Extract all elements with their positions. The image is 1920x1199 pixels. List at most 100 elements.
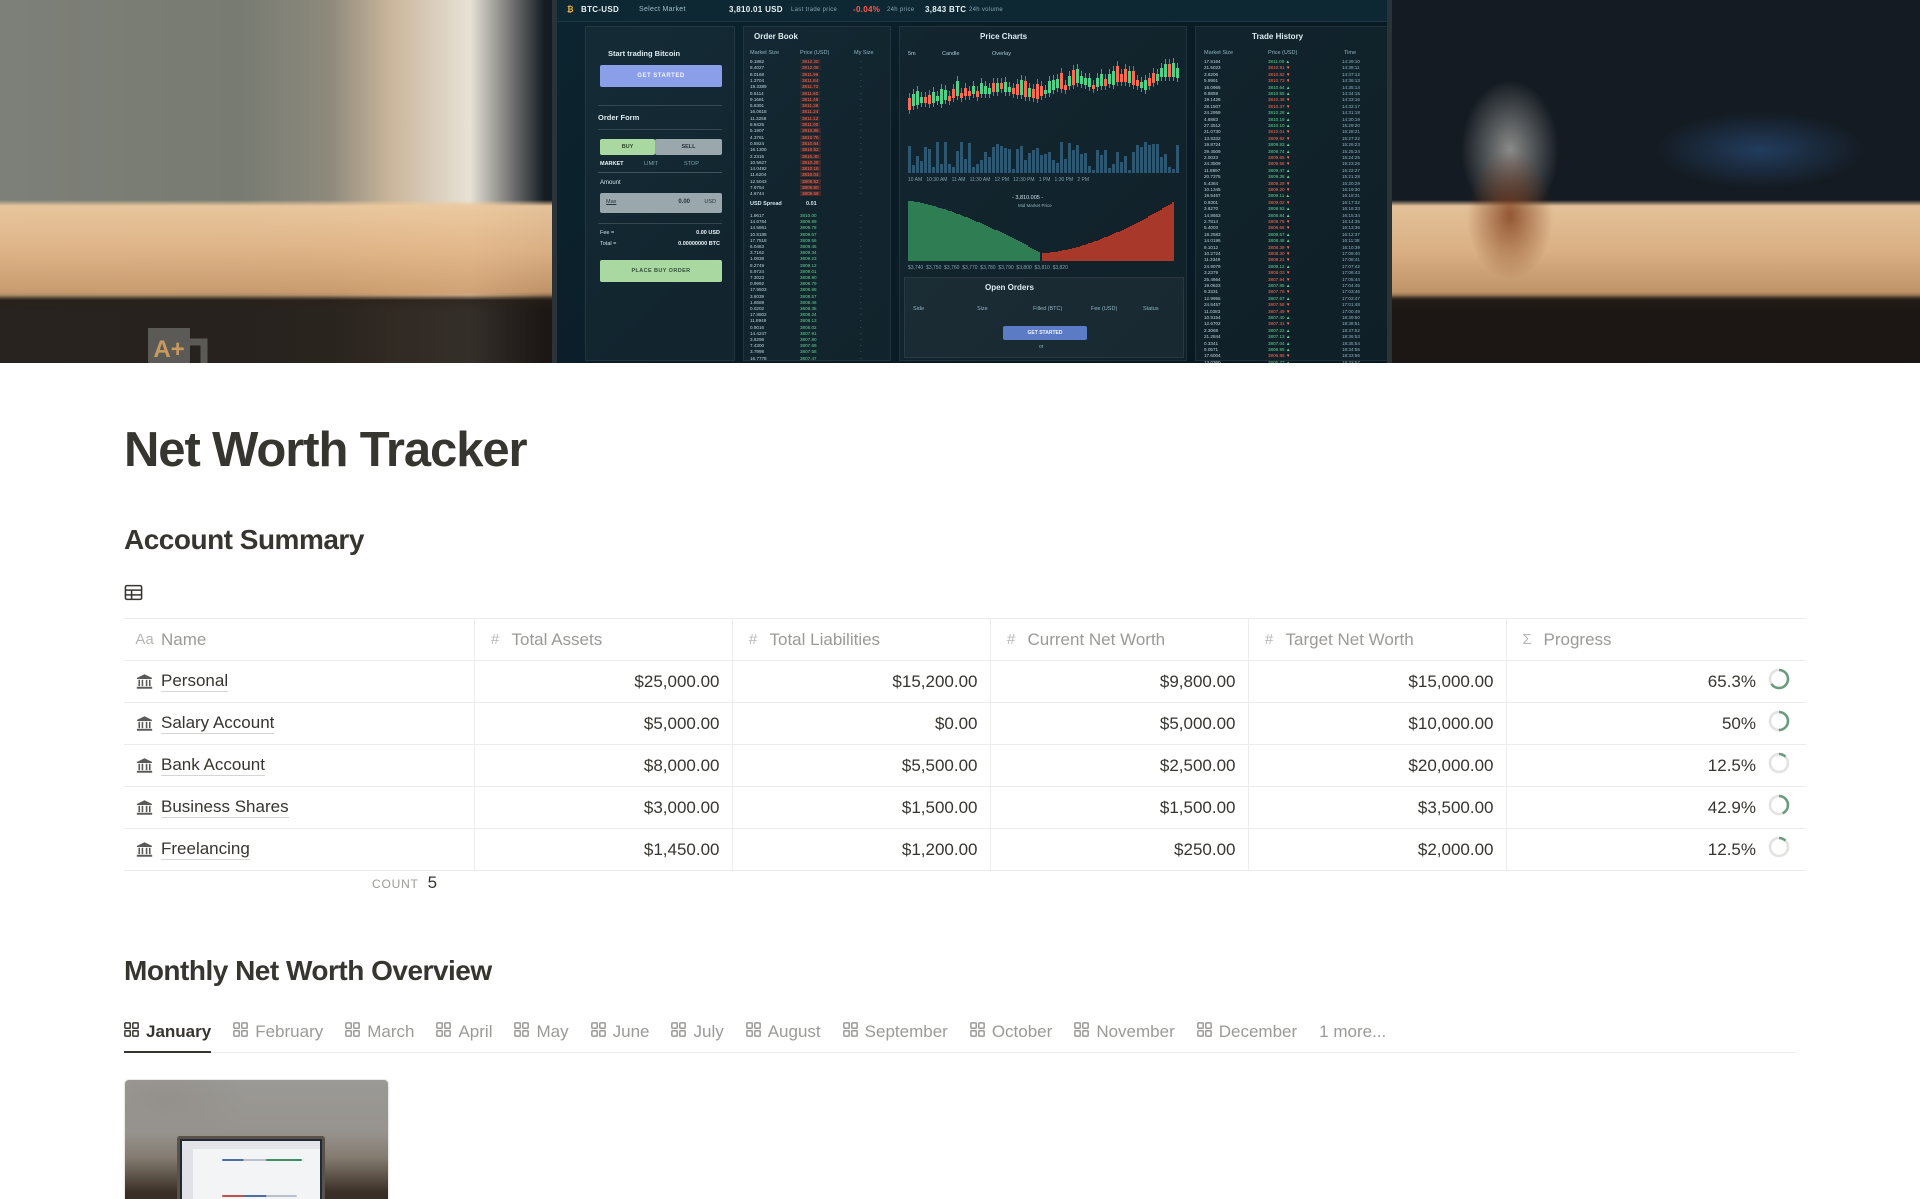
table-row[interactable]: Business Shares $3,000.00 $1,500.00 $1,5… [124,787,1806,829]
cell-progress[interactable]: 12.5% [1506,745,1806,787]
tab-january[interactable]: January [124,1022,222,1052]
monitor-amount-field: Max 0.00 USD [600,193,722,213]
monitor-topbar: ₿ BTC-USD Select Market 3,810.01 USD Las… [557,0,1387,22]
column-header-current-net-worth[interactable]: # Current Net Worth [990,619,1248,661]
cell-target-net-worth[interactable]: $20,000.00 [1248,745,1506,787]
tab-november[interactable]: November [1063,1022,1185,1052]
cell-target-net-worth[interactable]: $10,000.00 [1248,703,1506,745]
column-header-progress[interactable]: Σ Progress [1506,619,1806,661]
monitor-fee-value: 0.00 USD [696,230,720,236]
gallery-icon [1074,1022,1089,1042]
monthly-overview-heading: Monthly Net Worth Overview [124,955,1796,987]
gallery-icon [591,1022,606,1042]
cell-current-net-worth[interactable]: $2,500.00 [990,745,1248,787]
cell-total-assets[interactable]: $5,000.00 [474,703,732,745]
tabs-more-button[interactable]: 1 more... [1308,1022,1397,1052]
cell-progress[interactable]: 42.9% [1506,787,1806,829]
tab-label: September [865,1022,948,1042]
cell-progress[interactable]: 50% [1506,703,1806,745]
cell-total-liabilities[interactable]: $1,500.00 [732,787,990,829]
column-header-label: Current Net Worth [1028,630,1166,650]
row-name: Salary Account [161,713,274,734]
cell-name[interactable]: Business Shares [124,787,474,829]
cell-name[interactable]: Freelancing [124,829,474,871]
tab-label: July [693,1022,723,1042]
table-row[interactable]: Bank Account $8,000.00 $5,500.00 $2,500.… [124,745,1806,787]
monitor-trade-history-title: Trade History [1252,32,1303,41]
table-row[interactable]: Freelancing $1,450.00 $1,200.00 $250.00 … [124,829,1806,871]
progress-value: 42.9% [1708,798,1756,818]
monitor-total-label: Total = [600,241,616,247]
progress-value: 50% [1722,714,1756,734]
table-footer-count[interactable]: COUNT 5 [124,873,1796,907]
cell-name[interactable]: Salary Account [124,703,474,745]
tab-october[interactable]: October [959,1022,1063,1052]
cell-current-net-worth[interactable]: $9,800.00 [990,661,1248,703]
monitor-trade-history-panel: Trade History Market Size Price (USD) Ti… [1195,26,1391,361]
bank-icon [136,673,153,690]
table-icon[interactable] [124,583,143,607]
laptop-illustration [177,1136,325,1199]
gallery-card[interactable] [124,1079,389,1199]
number-type-icon: # [745,631,762,648]
gallery-icon [124,1022,139,1042]
table-row[interactable]: Salary Account $5,000.00 $0.00 $5,000.00… [124,703,1806,745]
progress-ring [1768,794,1790,821]
row-name: Personal [161,671,228,692]
column-header-total-liabilities[interactable]: # Total Liabilities [732,619,990,661]
cell-total-assets[interactable]: $8,000.00 [474,745,732,787]
cell-total-assets[interactable]: $25,000.00 [474,661,732,703]
cell-total-liabilities[interactable]: $15,200.00 [732,661,990,703]
monitor-buy-button: BUY [600,139,655,155]
cell-total-assets[interactable]: $3,000.00 [474,787,732,829]
monitor-change-label: 24h price [887,7,914,13]
monitor-price-chart-panel: Price Charts 5m Candle Overlay 10 AM 10:… [899,26,1187,361]
page-icon[interactable]: A+ [140,320,212,363]
tab-may[interactable]: May [503,1022,579,1052]
cell-current-net-worth[interactable]: $1,500.00 [990,787,1248,829]
column-header-label: Progress [1544,630,1612,650]
cell-name[interactable]: Bank Account [124,745,474,787]
tab-label: October [992,1022,1052,1042]
svg-text:A+: A+ [153,336,184,363]
tab-june[interactable]: June [580,1022,661,1052]
cell-name[interactable]: Personal [124,661,474,703]
cell-current-net-worth[interactable]: $250.00 [990,829,1248,871]
monitor-volume-label: 24h volume [969,7,1003,13]
btc-logo-icon: ₿ [567,5,574,14]
column-header-target-net-worth[interactable]: # Target Net Worth [1248,619,1506,661]
cell-total-liabilities[interactable]: $5,500.00 [732,745,990,787]
cell-target-net-worth[interactable]: $2,000.00 [1248,829,1506,871]
column-header-total-assets[interactable]: # Total Assets [474,619,732,661]
tab-december[interactable]: December [1186,1022,1308,1052]
monitor-limit-tab: LIMIT [644,161,658,167]
progress-value: 65.3% [1708,672,1756,692]
gallery-icon [345,1022,360,1042]
formula-type-icon: Σ [1519,631,1536,648]
monitor-symbol: BTC-USD [581,5,619,14]
cell-current-net-worth[interactable]: $5,000.00 [990,703,1248,745]
bank-icon [136,841,153,858]
tab-july[interactable]: July [660,1022,734,1052]
tab-september[interactable]: September [832,1022,959,1052]
monitor-get-started-button: GET STARTED [600,65,722,87]
gallery-icon [1197,1022,1212,1042]
cell-total-assets[interactable]: $1,450.00 [474,829,732,871]
cell-total-liabilities[interactable]: $1,200.00 [732,829,990,871]
page-content: Net Worth Tracker Account Summary Aa Nam… [0,425,1920,1199]
column-header-name[interactable]: Aa Name [124,619,474,661]
cell-target-net-worth[interactable]: $3,500.00 [1248,787,1506,829]
table-row[interactable]: Personal $25,000.00 $15,200.00 $9,800.00… [124,661,1806,703]
cell-total-liabilities[interactable]: $0.00 [732,703,990,745]
tab-february[interactable]: February [222,1022,334,1052]
cell-progress[interactable]: 65.3% [1506,661,1806,703]
tab-label: November [1096,1022,1174,1042]
progress-ring [1768,752,1790,779]
cell-progress[interactable]: 12.5% [1506,829,1806,871]
tab-april[interactable]: April [425,1022,503,1052]
tab-august[interactable]: August [735,1022,832,1052]
tab-label: August [768,1022,821,1042]
tab-march[interactable]: March [334,1022,425,1052]
monitor-market-selector: Select Market [639,6,686,13]
cell-target-net-worth[interactable]: $15,000.00 [1248,661,1506,703]
